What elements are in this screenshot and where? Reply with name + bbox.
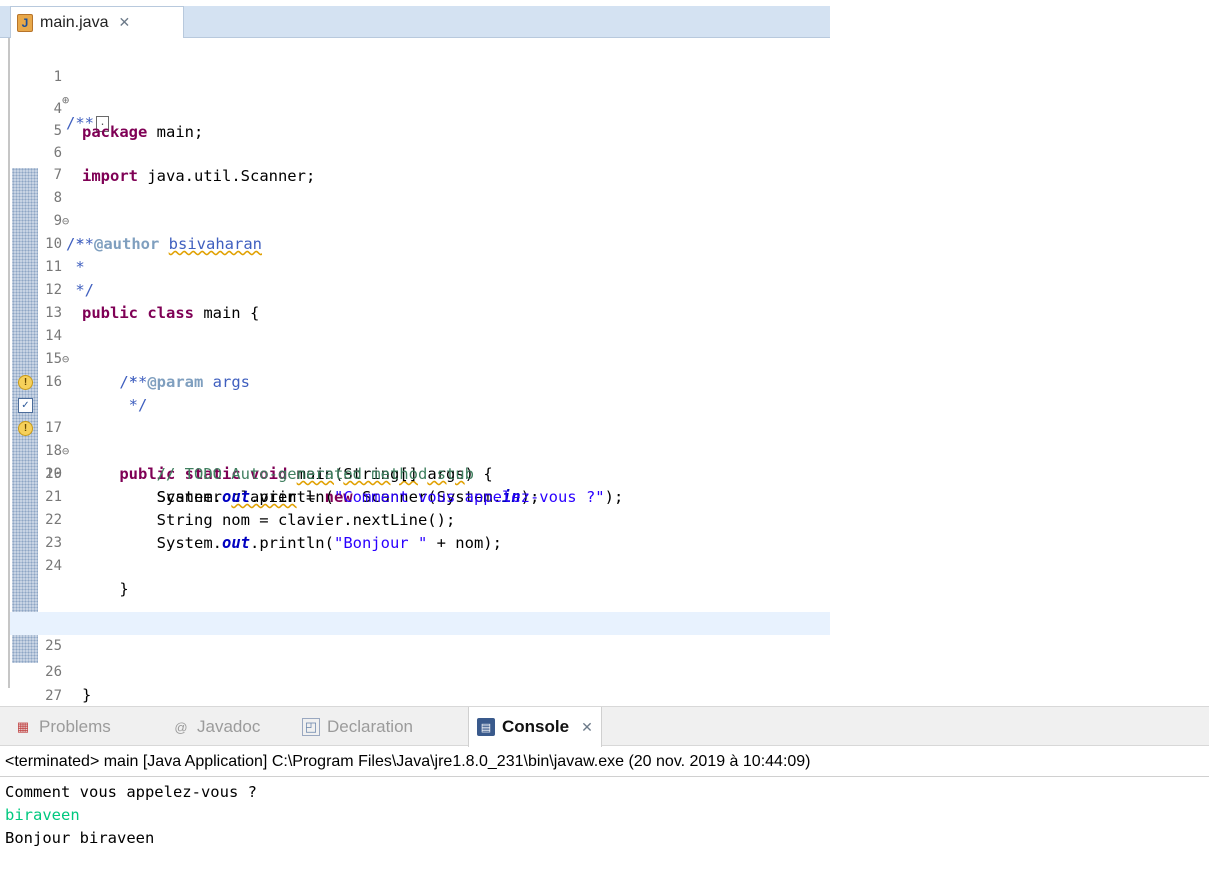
code-line[interactable]: 27 [10,662,830,704]
code-line[interactable]: 9 * @author bsivaharan [10,187,830,253]
code-line[interactable]: 24 } [10,532,830,598]
line-number: 24 [45,558,62,574]
code-editor[interactable]: J main.java ✕ 1 ⊕ /**. 4 package main; 5… [0,0,830,704]
code-line[interactable]: ! 19 Scanner clavier = new Scanner(Syste… [10,417,830,506]
warning-icon[interactable]: ! [18,375,33,390]
tab-javadoc[interactable]: @ Javadoc [172,707,260,747]
console-view: ▦ Problems @ Javadoc ◰ Declaration ▤ Con… [0,706,1209,891]
code-line[interactable]: 26 } [10,638,830,704]
tab-problems[interactable]: ▦ Problems [14,707,111,747]
code-line[interactable]: 1 ⊕ /**. [10,43,830,132]
editor-tab-bar: J main.java ✕ [0,6,830,38]
code-line[interactable]: 11 */ [10,233,830,299]
warning-icon[interactable]: ! [18,421,33,436]
tab-label: Console [502,717,570,736]
console-output-line: Bonjour biraveen [5,829,155,847]
code-text: } [82,580,129,598]
editor-tab-title: main.java [40,13,109,31]
process-status-label: <terminated> main [Java Application] C:\… [0,747,1209,777]
console-output-line: Comment vous appelez-vous ? [5,783,257,801]
current-code-line[interactable]: 25 [10,612,830,654]
code-line[interactable]: 7 [10,141,830,183]
tab-label: Declaration [327,717,413,736]
console-input-line: biraveen [5,806,80,824]
line-number: 27 [45,688,62,704]
tab-label: Javadoc [197,717,261,736]
code-line[interactable]: 21 String nom = clavier.nextLine(); [10,463,830,529]
code-line[interactable]: 6 import java.util.Scanner; [10,119,830,185]
editor-tab-main-java[interactable]: J main.java ✕ [10,6,184,38]
tab-declaration[interactable]: ◰ Declaration [302,707,413,747]
code-line[interactable]: 10 * [10,210,830,276]
console-icon: ▤ [477,718,495,736]
problems-icon: ▦ [16,719,30,734]
code-line[interactable]: ! 17 ⊖ public static void main(String[] … [10,371,830,483]
code-line[interactable]: 22 System.out.println("Bonjour " + nom); [10,486,830,552]
code-line[interactable]: 20 System.out.println("Comment vous appe… [10,440,830,506]
close-tab-icon[interactable]: ✕ [581,719,593,736]
code-text: } [82,686,92,704]
view-tab-bar: ▦ Problems @ Javadoc ◰ Declaration ▤ Con… [0,706,1209,747]
code-line[interactable]: ✓ 18 // TODO Auto-generated method stub [10,394,830,483]
close-tab-icon[interactable]: ✕ [118,14,130,31]
tab-label: Problems [39,717,111,736]
code-line[interactable]: 16 */ [10,348,830,414]
code-line[interactable]: 14 ⊖ /** [10,302,830,391]
code-line[interactable]: 12 public class main { [10,256,830,322]
task-icon[interactable]: ✓ [18,398,33,413]
tab-console[interactable]: ▤ Console ✕ [468,707,602,747]
code-line[interactable]: 15 * @param args [10,325,830,391]
java-file-icon: J [17,13,33,32]
declaration-icon: ◰ [302,718,320,736]
code-line[interactable]: 8 ⊖ /** [10,164,830,253]
code-line[interactable]: 23 [10,509,830,551]
code-line[interactable]: 13 [10,279,830,321]
code-line[interactable]: 5 [10,97,830,139]
at-sign-icon: @ [174,719,188,735]
code-line[interactable]: 4 package main; [10,75,830,141]
